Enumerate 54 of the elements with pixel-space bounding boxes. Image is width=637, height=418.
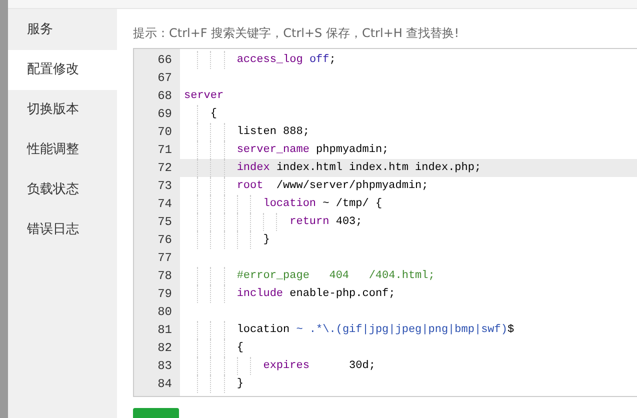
code-token: location xyxy=(236,323,290,338)
line-number: 68 xyxy=(156,88,172,105)
line-number: 80 xyxy=(156,304,172,321)
line-number: 67 xyxy=(156,70,172,87)
line-number: 77 xyxy=(156,250,172,267)
code-editor[interactable] xyxy=(133,48,637,397)
sidebar-item[interactable]: 负载状态 xyxy=(8,170,117,210)
sidebar-item[interactable]: 服务 xyxy=(8,10,117,50)
line-number: 84 xyxy=(156,376,172,393)
code-token: enable-php.conf; xyxy=(290,287,396,302)
code-token: server_name xyxy=(236,143,310,158)
code-token: ~ /tmp/ { xyxy=(322,197,382,212)
line-number: 76 xyxy=(156,232,172,249)
line-number: 72 xyxy=(156,160,172,177)
code-token: server xyxy=(184,89,224,104)
hint-text: 提示：Ctrl+F 搜索关键字，Ctrl+S 保存，Ctrl+H 查找替换! xyxy=(133,25,460,42)
line-number: 66 xyxy=(156,52,172,69)
code-token: $ xyxy=(507,323,514,338)
line-number: 69 xyxy=(156,106,172,123)
code-token: #error_page 404 /404.html; xyxy=(236,269,435,284)
line-number: 74 xyxy=(156,196,172,213)
line-number: 75 xyxy=(156,214,172,231)
code-token: phpmyadmin; xyxy=(316,143,389,158)
line-number: 82 xyxy=(156,340,172,357)
code-token: access_log xyxy=(236,53,303,68)
line-number: 79 xyxy=(156,286,172,303)
code-token: include xyxy=(236,287,284,302)
code-token: { xyxy=(210,107,218,122)
code-token: off xyxy=(309,53,330,68)
sidebar-item[interactable]: 切换版本 xyxy=(8,90,117,130)
code-token: ~ .*\.(gif|jpg|jpeg|png|bmp|swf) xyxy=(296,323,508,338)
line-number: 73 xyxy=(156,178,172,195)
code-token: /www/server/phpmyadmin; xyxy=(276,179,428,194)
code-token: 403; xyxy=(336,215,362,230)
sidebar-item[interactable]: 错误日志 xyxy=(8,210,117,250)
code-token: root xyxy=(236,179,264,194)
line-number: 71 xyxy=(156,142,172,159)
line-number: 78 xyxy=(156,268,172,285)
code-token: } xyxy=(263,233,270,248)
sidebar-item[interactable]: 配置修改 xyxy=(8,50,117,90)
line-number: 70 xyxy=(156,124,172,141)
line-number: 81 xyxy=(156,322,172,339)
code-token: index xyxy=(236,161,270,176)
code-token: index.html index.htm index.php; xyxy=(276,161,482,176)
code-token: { xyxy=(236,341,244,356)
code-token: expires xyxy=(263,359,310,374)
sidebar-item[interactable]: 性能调整 xyxy=(8,130,117,170)
line-number: 83 xyxy=(156,358,172,375)
code-token: ; xyxy=(329,53,336,68)
code-token: } xyxy=(236,377,244,392)
code-token: return xyxy=(290,215,330,230)
code-token: listen 888; xyxy=(236,125,310,140)
code-token: 30d; xyxy=(349,359,376,374)
code-token: location xyxy=(263,197,316,212)
